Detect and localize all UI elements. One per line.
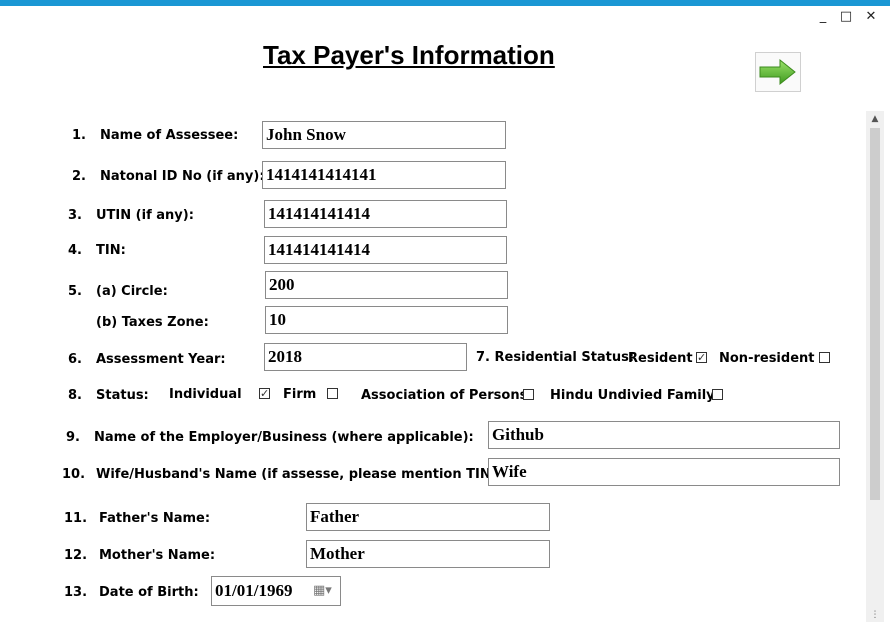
dob-label: Date of Birth: [99, 585, 199, 600]
mother-name-input[interactable]: Mother [306, 540, 550, 568]
assessee-name-label: Name of Assessee: [100, 128, 239, 143]
individual-label: Individual [169, 387, 242, 402]
scrollbar-grip-icon: ⋮ [870, 610, 880, 620]
status-label: Status: [96, 388, 149, 403]
hindu-family-label: Hindu Undivied Family [550, 388, 715, 403]
calendar-dropdown-icon[interactable]: ▦▾ [313, 584, 332, 598]
national-id-input[interactable]: 1414141414141 [262, 161, 506, 189]
close-button[interactable]: ✕ [862, 8, 880, 26]
mother-name-label: Mother's Name: [99, 548, 216, 563]
field-10-number: 10. [62, 467, 86, 482]
window-top-border [0, 0, 890, 6]
assessment-year-label: Assessment Year: [96, 352, 226, 367]
field-4-number: 4. [68, 243, 82, 258]
residential-status-label: 7. Residential Status: [476, 350, 635, 365]
maximize-button[interactable]: □ [837, 8, 855, 26]
field-12-number: 12. [64, 548, 88, 563]
resident-checkbox[interactable]: ✓ [696, 352, 707, 363]
right-arrow-icon [759, 58, 796, 86]
resident-label: Resident [628, 351, 693, 366]
association-checkbox[interactable] [523, 389, 534, 400]
next-button[interactable] [755, 52, 801, 92]
spouse-name-input[interactable]: Wife [488, 458, 840, 486]
vertical-scrollbar[interactable]: ▲ ⋮ [866, 111, 884, 622]
non-resident-label: Non-resident [719, 351, 815, 366]
association-label: Association of Persons [361, 388, 528, 403]
field-1-number: 1. [72, 128, 86, 143]
utin-label: UTIN (if any): [96, 208, 194, 223]
page-title: Tax Payer's Information [263, 40, 555, 70]
scrollbar-thumb[interactable] [870, 128, 880, 500]
field-5-number: 5. [68, 284, 82, 299]
father-name-label: Father's Name: [99, 511, 211, 526]
tin-label: TIN: [96, 243, 126, 258]
employer-label: Name of the Employer/Business (where app… [94, 430, 474, 445]
national-id-label: Natonal ID No (if any): [100, 169, 265, 184]
field-11-number: 11. [64, 511, 88, 526]
firm-checkbox[interactable] [327, 388, 338, 399]
individual-checkbox[interactable]: ✓ [259, 388, 270, 399]
assessee-name-input[interactable]: John Snow [262, 121, 506, 149]
firm-label: Firm [283, 387, 317, 402]
field-8-number: 8. [68, 388, 82, 403]
minimize-button[interactable]: _ [814, 8, 832, 26]
field-3-number: 3. [68, 208, 82, 223]
field-9-number: 9. [66, 430, 80, 445]
tin-input[interactable]: 141414141414 [264, 236, 507, 264]
non-resident-checkbox[interactable] [819, 352, 830, 363]
employer-input[interactable]: Github [488, 421, 840, 449]
field-2-number: 2. [72, 169, 86, 184]
utin-input[interactable]: 141414141414 [264, 200, 507, 228]
chevron-up-icon[interactable]: ▲ [866, 111, 884, 127]
assessment-year-input[interactable]: 2018 [264, 343, 467, 371]
spouse-name-label: Wife/Husband's Name (if assesse, please … [96, 467, 502, 482]
circle-label: (a) Circle: [96, 284, 168, 299]
field-6-number: 6. [68, 352, 82, 367]
hindu-family-checkbox[interactable] [712, 389, 723, 400]
taxes-zone-label: (b) Taxes Zone: [96, 315, 209, 330]
circle-input[interactable]: 200 [265, 271, 508, 299]
taxes-zone-input[interactable]: 10 [265, 306, 508, 334]
field-13-number: 13. [64, 585, 88, 600]
father-name-input[interactable]: Father [306, 503, 550, 531]
